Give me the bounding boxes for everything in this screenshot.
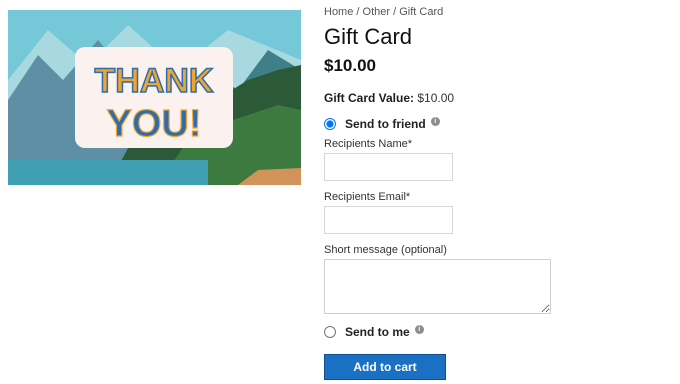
product-title: Gift Card bbox=[324, 24, 413, 49]
you-text: YOU! bbox=[107, 103, 202, 145]
gift-card-value-label: Gift Card Value: bbox=[324, 91, 415, 105]
send-to-me-option[interactable]: Send to me i bbox=[324, 324, 424, 339]
recipient-name-input[interactable] bbox=[324, 153, 453, 181]
gift-card-value-amount: $10.00 bbox=[417, 91, 455, 105]
gift-card-value: Gift Card Value: $10.00 bbox=[324, 91, 454, 105]
recipient-email-label: Recipients Email* bbox=[324, 191, 411, 203]
send-to-friend-radio[interactable] bbox=[324, 118, 336, 130]
message-label: Short message (optional) bbox=[324, 244, 447, 256]
breadcrumb-current: Gift Card bbox=[399, 6, 444, 18]
breadcrumb-separator: / bbox=[393, 6, 397, 18]
send-to-me-label: Send to me bbox=[345, 325, 410, 339]
breadcrumb-separator: / bbox=[356, 6, 360, 18]
info-icon[interactable]: i bbox=[414, 324, 424, 334]
send-to-me-radio[interactable] bbox=[324, 326, 336, 338]
message-textarea[interactable] bbox=[324, 259, 551, 314]
recipient-email-input[interactable] bbox=[324, 206, 453, 234]
thank-text: THANK bbox=[95, 62, 214, 100]
info-icon[interactable]: i bbox=[430, 116, 440, 126]
breadcrumb-category-link[interactable]: Other bbox=[363, 6, 391, 18]
send-to-friend-option[interactable]: Send to friend i bbox=[324, 116, 440, 131]
product-image: THANK YOU! bbox=[8, 10, 301, 185]
add-to-cart-button[interactable]: Add to cart bbox=[324, 354, 446, 380]
recipient-name-label: Recipients Name* bbox=[324, 138, 413, 150]
breadcrumb: Home / Other / Gift Card bbox=[324, 6, 443, 18]
breadcrumb-home-link[interactable]: Home bbox=[324, 6, 353, 18]
product-price: $10.00 bbox=[324, 56, 376, 75]
send-to-friend-label: Send to friend bbox=[345, 117, 426, 131]
